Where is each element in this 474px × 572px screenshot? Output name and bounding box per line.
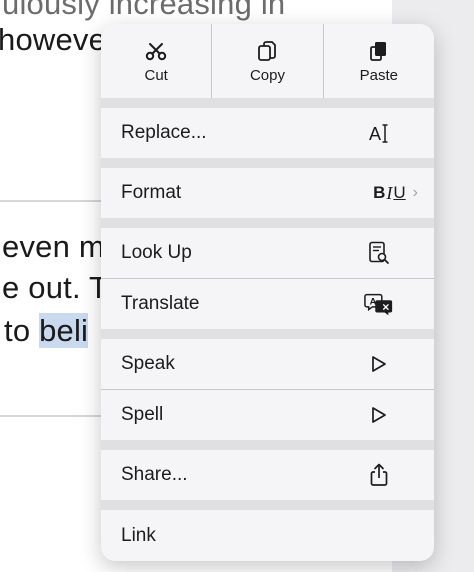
share-menu-item[interactable]: Share... [101,450,434,500]
link-label: Link [121,524,156,546]
play-icon [364,349,394,379]
paste-button[interactable]: Paste [324,24,434,98]
doc-line-1: ulously increasing in [2,0,286,21]
paste-label: Paste [359,66,398,84]
spell-label: Spell [121,404,164,425]
copy-icon [257,40,277,63]
cut-button[interactable]: Cut [101,24,213,98]
svg-text:✕: ✕ [382,303,390,313]
chevron-right-icon: › [412,184,418,201]
underline-glyph: U [393,183,406,202]
scissors-icon [145,41,167,63]
copy-label: Copy [249,66,285,84]
look-up-menu-item[interactable]: Look Up [101,228,434,278]
selected-text[interactable]: beli [39,313,89,348]
paste-icon [369,41,389,63]
translate-icon: A ✕ [364,289,394,319]
link-menu-item[interactable]: Link [101,510,434,561]
edit-actions-bar: Cut Copy Paste [101,24,434,98]
format-label: Format [121,182,182,203]
bold-glyph: B [373,183,386,202]
doc-line-2: howeve [0,22,107,57]
translate-menu-item[interactable]: Translate A ✕ [101,279,434,329]
replace-menu-item[interactable]: Replace... A [101,108,434,158]
format-styles: BIU › [373,183,418,204]
replace-label: Replace... [121,122,207,143]
spell-menu-item[interactable]: Spell [101,390,434,440]
translate-label: Translate [121,293,200,314]
text-cursor-icon: A [364,118,394,148]
speak-label: Speak [121,353,175,374]
doc-text-before-selection: to [4,313,40,348]
look-up-label: Look Up [121,242,192,263]
doc-line-5: to beli [4,313,89,349]
look-up-icon [364,238,394,268]
speak-menu-item[interactable]: Speak [101,339,434,389]
format-menu-item[interactable]: Format BIU › [101,168,434,218]
copy-button[interactable]: Copy [212,24,324,98]
cut-label: Cut [144,66,168,84]
edit-context-menu: Cut Copy Paste Replace... A Format B I U… [101,24,434,561]
doc-line-4: e out. T [2,270,109,305]
svg-text:A: A [369,124,381,144]
italic-glyph: I [386,182,393,203]
share-label: Share... [121,464,188,485]
doc-line-3: even m [2,229,105,264]
share-icon [364,460,394,490]
play-icon [364,400,394,430]
